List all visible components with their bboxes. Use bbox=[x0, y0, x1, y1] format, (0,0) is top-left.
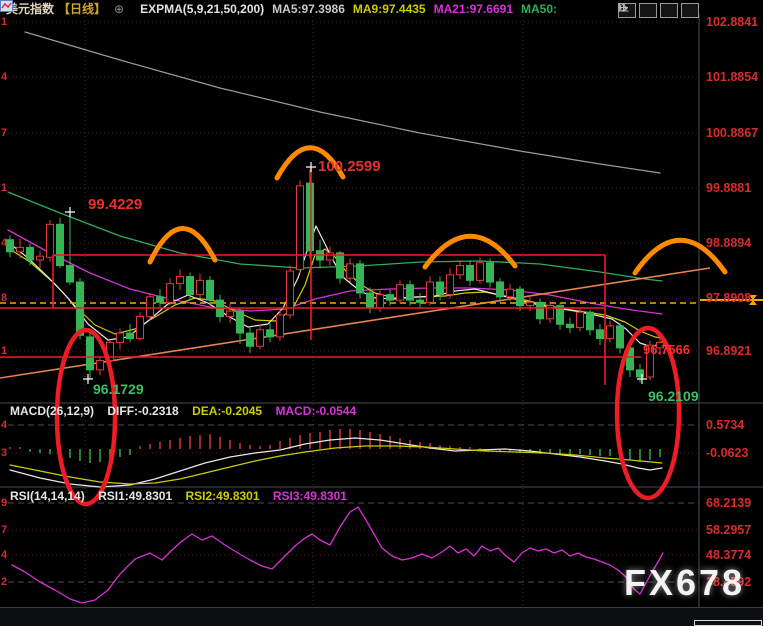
rsi3-value: RSI3:49.8301 bbox=[273, 489, 347, 503]
candle-body bbox=[247, 333, 254, 346]
candle-body bbox=[167, 284, 174, 303]
candle-body bbox=[347, 264, 354, 278]
candle-body bbox=[237, 311, 244, 333]
rsi-name: RSI(14,14,14) bbox=[10, 489, 85, 503]
chart-canvas[interactable] bbox=[0, 0, 763, 626]
candle-body bbox=[17, 247, 24, 251]
axis-scale-right-icon[interactable] bbox=[660, 3, 678, 18]
candle-body bbox=[67, 266, 74, 282]
candle-body bbox=[567, 324, 574, 327]
candle-body bbox=[97, 361, 104, 370]
axis-scale-left-icon[interactable] bbox=[639, 3, 657, 18]
candle-body bbox=[387, 295, 394, 300]
candle-body bbox=[257, 330, 264, 346]
macd-name: MACD(26,12,9) bbox=[10, 404, 94, 418]
candle-body bbox=[607, 326, 614, 339]
ma50-value: MA50: bbox=[521, 2, 557, 16]
rsi-line bbox=[12, 507, 663, 603]
candle-body bbox=[357, 264, 364, 293]
candle-body bbox=[527, 302, 534, 305]
macd-diff-value: DIFF:-0.2318 bbox=[107, 404, 178, 418]
orange-arc-annotation bbox=[635, 240, 725, 273]
recent-low-label: 96.2109 bbox=[648, 388, 699, 404]
candle-body bbox=[337, 253, 344, 278]
ma9-value: MA9:97.4435 bbox=[353, 2, 426, 16]
ma21-line bbox=[8, 230, 662, 314]
candle-body bbox=[457, 266, 464, 275]
peak-high-label: 100.2599 bbox=[318, 158, 381, 175]
chart-toolbar bbox=[618, 3, 699, 18]
expma-label[interactable]: EXPMA(5,9,21,50,200) bbox=[140, 2, 264, 16]
candle-body bbox=[327, 253, 334, 260]
candle-body bbox=[147, 297, 154, 317]
candle-body bbox=[7, 240, 14, 252]
ma5-line bbox=[8, 226, 662, 347]
watermark: FX678 bbox=[624, 562, 745, 604]
last-price-label: 96.7566 bbox=[643, 342, 690, 357]
candle-body bbox=[417, 300, 424, 302]
price-chart-svg bbox=[0, 0, 763, 626]
candle-body bbox=[577, 312, 584, 327]
candle-body bbox=[187, 277, 194, 295]
swing-low-label: 96.1729 bbox=[93, 381, 144, 397]
macd-header[interactable]: MACD(26,12,9) DIFF:-0.2318 DEA:-0.2045 M… bbox=[10, 404, 366, 418]
rsi1-value: RSI1:49.8301 bbox=[98, 489, 172, 503]
candle-body bbox=[307, 183, 314, 251]
candle-body bbox=[397, 285, 404, 300]
trading-app-window: 102.8841101.8854100.886799.888198.889497… bbox=[0, 0, 763, 626]
candle-body bbox=[27, 247, 34, 260]
macd-dea-value: DEA:-0.2045 bbox=[192, 404, 262, 418]
candle-body bbox=[37, 256, 44, 260]
candle-body bbox=[467, 266, 474, 281]
candle-body bbox=[597, 330, 604, 339]
candle-body bbox=[47, 224, 54, 257]
candle-body bbox=[447, 275, 454, 295]
circle-plus-icon[interactable]: ⊕ bbox=[114, 2, 124, 16]
candle-body bbox=[207, 280, 214, 300]
candle-body bbox=[137, 317, 144, 339]
swing-high-label: 99.4229 bbox=[88, 196, 142, 213]
candle-body bbox=[177, 277, 184, 284]
ma21-value: MA21:97.6691 bbox=[434, 2, 513, 16]
date-axis-bar[interactable] bbox=[0, 607, 763, 626]
candle-body bbox=[297, 186, 304, 269]
candle-body bbox=[437, 282, 444, 295]
shift-right-icon[interactable] bbox=[681, 3, 699, 18]
period-selector[interactable]: 【日线】 bbox=[58, 0, 106, 17]
candle-body bbox=[227, 311, 234, 316]
candle-body bbox=[517, 289, 524, 305]
candle-body bbox=[277, 315, 284, 337]
candlestick-chart-icon-svg bbox=[0, 0, 13, 12]
scroll-slider[interactable] bbox=[694, 620, 762, 626]
macd-macd-value: MACD:-0.0544 bbox=[275, 404, 356, 418]
rsi2-value: RSI2:49.8301 bbox=[185, 489, 259, 503]
candle-body bbox=[87, 337, 94, 370]
rsi-header[interactable]: RSI(14,14,14) RSI1:49.8301 RSI2:49.8301 … bbox=[10, 489, 357, 503]
candle-body bbox=[537, 302, 544, 318]
candle-body bbox=[197, 280, 204, 294]
candle-body bbox=[377, 295, 384, 308]
extreme-cross-marker bbox=[83, 374, 93, 384]
candle-body bbox=[487, 263, 494, 282]
candle-body bbox=[127, 333, 134, 338]
candle-body bbox=[407, 285, 414, 300]
candle-body bbox=[617, 326, 624, 348]
candle-body bbox=[497, 282, 504, 297]
symbol-title: 美元指数 bbox=[6, 0, 54, 17]
candle-body bbox=[157, 297, 164, 302]
candle-body bbox=[427, 282, 434, 302]
candle-body bbox=[507, 289, 514, 297]
ma200-line bbox=[25, 32, 660, 173]
candle-body bbox=[267, 330, 274, 337]
candle-body bbox=[57, 224, 64, 265]
ma5-value: MA5:97.3986 bbox=[272, 2, 345, 16]
extreme-cross-marker bbox=[306, 162, 316, 172]
candle-body bbox=[477, 263, 484, 281]
candle-body bbox=[587, 312, 594, 330]
candle-body bbox=[367, 293, 374, 308]
candle-body bbox=[117, 333, 124, 342]
